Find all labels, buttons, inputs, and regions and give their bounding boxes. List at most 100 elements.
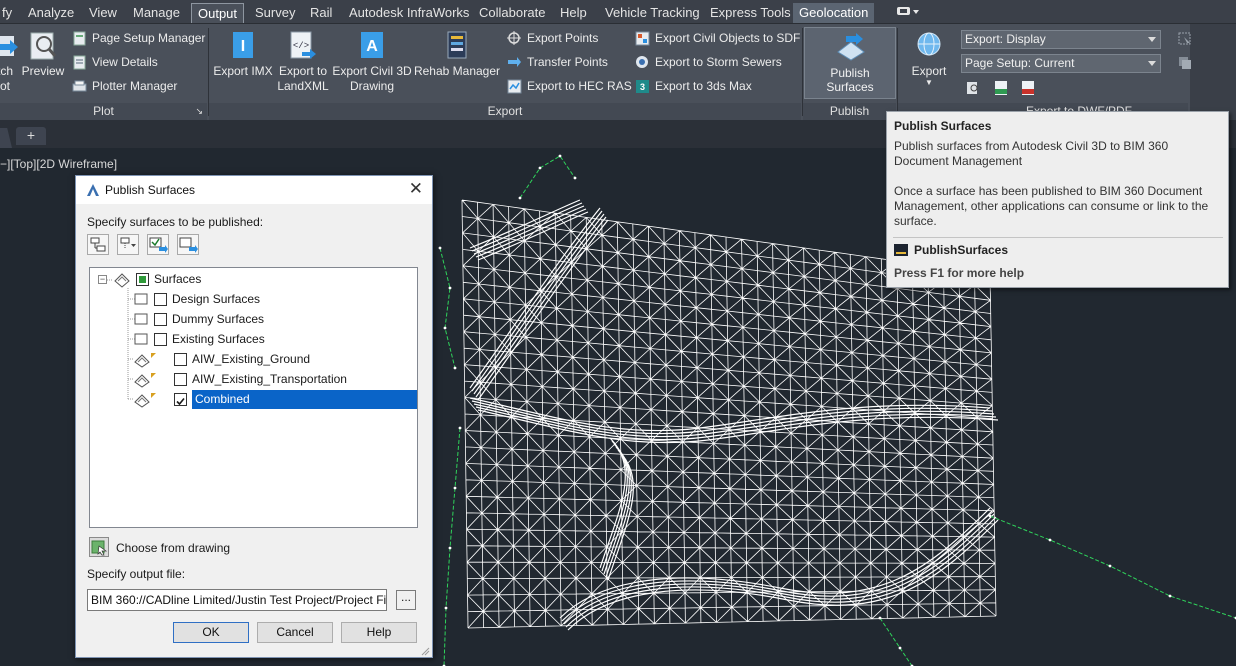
- browse-button[interactable]: ...: [396, 590, 416, 610]
- alignment-line: [439, 247, 456, 369]
- tab-autodesk-infraworks[interactable]: Autodesk InfraWorks: [343, 3, 475, 23]
- help-button[interactable]: Help: [341, 622, 417, 643]
- tree-checkbox[interactable]: [174, 373, 187, 386]
- viewport-controls-label[interactable]: −][Top][2D Wireframe]: [0, 157, 117, 171]
- output-file-input[interactable]: BIM 360://CADline Limited/Justin Test Pr…: [87, 589, 387, 611]
- export-civil-objects-sdf-button[interactable]: Export Civil Objects to SDF: [635, 29, 800, 49]
- transfer-points-button[interactable]: Transfer Points: [507, 53, 608, 73]
- pdf-icon[interactable]: [1020, 80, 1036, 96]
- civil3d-icon: A: [357, 30, 387, 60]
- tree-checkbox[interactable]: [154, 293, 167, 306]
- tooltip-description: Publish surfaces from Autodesk Civil 3D …: [894, 139, 1169, 168]
- export-dwf-pdf-button[interactable]: Export ▼: [906, 30, 952, 87]
- tree-node-label: Dummy Surfaces: [172, 312, 265, 326]
- tab-modify-partial[interactable]: fy: [0, 3, 18, 23]
- rehab-manager-button[interactable]: Rehab Manager: [413, 30, 501, 79]
- choose-from-drawing-button[interactable]: [89, 537, 109, 557]
- export-hec-ras-button[interactable]: Export to HEC RAS: [507, 77, 632, 97]
- close-icon[interactable]: ✕: [409, 180, 423, 198]
- alignment-station-dot: [878, 616, 882, 620]
- plotter-icon: [72, 79, 87, 94]
- export-3ds-max-button[interactable]: 3 Export to 3ds Max: [635, 77, 752, 97]
- dropdown-arrow-icon: ▼: [925, 78, 933, 87]
- surfaces-tree[interactable]: − Surfaces Design Surfaces Dummy Surfaces…: [89, 267, 418, 528]
- export-display-select[interactable]: Export: Display: [961, 30, 1161, 49]
- tree-checkbox[interactable]: [154, 333, 167, 346]
- tree-node-label: Combined: [192, 390, 417, 409]
- tree-checkbox[interactable]: [174, 353, 187, 366]
- collapse-all-button[interactable]: [117, 234, 139, 255]
- svg-text:3: 3: [640, 82, 645, 92]
- alignment-station-dot: [898, 646, 902, 650]
- tab-survey[interactable]: Survey: [249, 3, 301, 23]
- dwf-icon[interactable]: [993, 80, 1009, 96]
- page-setup-select[interactable]: Page Setup: Current: [961, 54, 1161, 73]
- cancel-button[interactable]: Cancel: [257, 622, 333, 643]
- batch-plot-button[interactable]: tch ot: [0, 30, 18, 94]
- export-points-button[interactable]: Export Points: [507, 29, 598, 49]
- tree-checkbox[interactable]: [174, 393, 187, 406]
- collapse-tree-icon: [120, 237, 136, 249]
- tab-output[interactable]: Output: [191, 3, 245, 23]
- resize-grip-icon[interactable]: [420, 645, 430, 656]
- ribbon-options-icon[interactable]: [890, 4, 926, 24]
- expand-all-button[interactable]: [87, 234, 109, 255]
- alignment-station-dot: [443, 326, 447, 330]
- folder-icon: [134, 332, 148, 352]
- tab-geolocation[interactable]: Geolocation: [793, 3, 875, 23]
- check-all-button[interactable]: [147, 234, 169, 255]
- tab-collaborate[interactable]: Collaborate: [473, 3, 552, 23]
- alignment-station-dot: [573, 176, 577, 180]
- alignment-station-dot: [1048, 538, 1052, 542]
- surface-collection-icon: [114, 272, 130, 288]
- alignment-station-dot: [458, 426, 462, 430]
- alignment-line: [443, 427, 461, 666]
- alignment-station-dot: [448, 286, 452, 290]
- panel-launcher-icon[interactable]: ↘: [195, 103, 203, 119]
- ok-button[interactable]: OK: [173, 622, 249, 643]
- choose-from-drawing-label: Choose from drawing: [116, 541, 231, 555]
- export-imx-button[interactable]: I Export IMX: [212, 30, 274, 79]
- svg-text:A: A: [366, 38, 378, 55]
- export-storm-sewers-button[interactable]: Export to Storm Sewers: [635, 53, 782, 73]
- selection-tool-icon[interactable]: [1178, 32, 1192, 46]
- tooltip-command: PublishSurfaces: [914, 243, 1009, 257]
- export-landxml-button[interactable]: </> Export to LandXML: [274, 30, 332, 94]
- tab-rail[interactable]: Rail: [304, 3, 338, 23]
- preview-button[interactable]: Preview: [20, 30, 66, 79]
- view-details-button[interactable]: View Details: [72, 53, 158, 73]
- transfer-points-icon: [507, 55, 522, 70]
- file-tab-current[interactable]: [0, 128, 12, 148]
- page-setup-manager-button[interactable]: Page Setup Manager: [72, 29, 205, 49]
- view-details-icon: [72, 55, 87, 70]
- preview-small-icon[interactable]: [966, 81, 980, 95]
- tab-express-tools[interactable]: Express Tools: [704, 3, 797, 23]
- specify-surfaces-label: Specify surfaces to be published:: [87, 215, 264, 229]
- tab-help[interactable]: Help: [554, 3, 593, 23]
- chevron-down-icon: [1148, 61, 1156, 66]
- plotter-manager-button[interactable]: Plotter Manager: [72, 77, 177, 97]
- 3ds-max-icon: 3: [635, 79, 650, 94]
- tab-vehicle-tracking[interactable]: Vehicle Tracking: [599, 3, 706, 23]
- export-civil3d-drawing-button[interactable]: A Export Civil 3D Drawing: [332, 30, 412, 94]
- preview-icon: [28, 30, 58, 60]
- tab-view[interactable]: View: [83, 3, 123, 23]
- dialog-titlebar[interactable]: Publish Surfaces ✕: [76, 176, 432, 204]
- tab-manage[interactable]: Manage: [127, 3, 186, 23]
- checkbox-surfaces[interactable]: [136, 273, 149, 286]
- publish-surfaces-button[interactable]: Publish Surfaces: [804, 27, 896, 99]
- tab-analyze[interactable]: Analyze: [22, 3, 80, 23]
- page-setup-icon: [72, 31, 87, 46]
- uncheck-all-button[interactable]: [177, 234, 199, 255]
- alignment-station-dot: [538, 166, 542, 170]
- expand-all-icon: [90, 237, 106, 252]
- new-tab-button[interactable]: +: [16, 127, 46, 145]
- export-imx-icon: I: [228, 30, 258, 60]
- stack-tool-icon[interactable]: [1178, 56, 1192, 70]
- tree-node-label: Existing Surfaces: [172, 332, 265, 346]
- tree-checkbox[interactable]: [154, 313, 167, 326]
- export-points-icon: [507, 31, 522, 46]
- folder-icon: [134, 292, 148, 312]
- export-globe-icon: [914, 30, 944, 60]
- mesh-feature-band: [471, 210, 603, 392]
